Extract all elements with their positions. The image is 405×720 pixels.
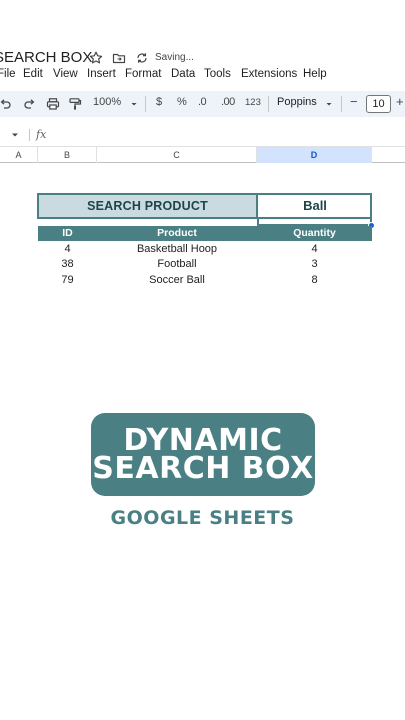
cell-quantity[interactable]: 4 xyxy=(257,242,372,257)
cell-id[interactable]: 79 xyxy=(38,273,97,288)
font-size-input[interactable]: 10 xyxy=(366,95,391,113)
toolbar-divider xyxy=(145,96,146,112)
formula-divider xyxy=(29,129,30,141)
header-id: ID xyxy=(62,227,73,239)
font-family-select[interactable]: Poppins xyxy=(277,96,317,108)
sync-icon xyxy=(137,53,147,63)
menu-edit[interactable]: Edit xyxy=(23,68,43,80)
menu-bar: File Edit View Insert Format Data Tools … xyxy=(0,66,405,84)
banner-line-2: SEARCH BOX xyxy=(92,451,314,486)
undo-icon[interactable] xyxy=(0,97,12,111)
column-header-e[interactable] xyxy=(372,147,405,163)
table-row: 4 Basketball Hoop 4 xyxy=(38,242,372,257)
fx-icon: fx xyxy=(36,128,47,141)
table-row: 38 Football 3 xyxy=(38,257,372,272)
cell-product[interactable]: Soccer Ball xyxy=(97,273,257,288)
menu-data[interactable]: Data xyxy=(171,68,195,80)
increase-decimal-label: .00 xyxy=(221,96,235,108)
cell-id[interactable]: 38 xyxy=(38,257,97,272)
column-header-b[interactable]: B xyxy=(38,147,97,163)
search-label: SEARCH PRODUCT xyxy=(39,195,258,217)
menu-tools[interactable]: Tools xyxy=(204,68,231,80)
cell-quantity[interactable]: 8 xyxy=(257,273,372,288)
formula-bar: fx xyxy=(0,126,405,144)
name-box-dropdown-icon[interactable] xyxy=(10,130,20,140)
toolbar-divider xyxy=(341,96,342,112)
title-banner: DYNAMIC SEARCH BOX xyxy=(91,413,315,496)
increase-font-size-button[interactable]: + xyxy=(396,94,404,109)
percent-format-button[interactable]: % xyxy=(177,96,187,108)
cell-quantity[interactable]: 3 xyxy=(257,257,372,272)
menu-help[interactable]: Help xyxy=(303,68,327,80)
toolbar-divider xyxy=(268,96,269,112)
menu-extensions[interactable]: Extensions xyxy=(241,68,297,80)
active-cell-outline[interactable] xyxy=(257,219,372,226)
saving-status: Saving... xyxy=(155,52,194,63)
increase-decimal-button[interactable]: .00 xyxy=(221,96,235,108)
decrease-font-size-button[interactable]: − xyxy=(350,94,358,109)
menu-view[interactable]: View xyxy=(53,68,78,80)
menu-file[interactable]: File xyxy=(0,68,16,80)
table-row: 79 Soccer Ball 8 xyxy=(38,273,372,288)
toolbar: 100% $ % .0 .00 123 Poppins − 10 + xyxy=(0,91,405,117)
cell-id[interactable]: 4 xyxy=(38,242,97,257)
zoom-select[interactable]: 100% xyxy=(93,96,121,108)
cell-product[interactable]: Basketball Hoop xyxy=(97,242,257,257)
paint-format-icon[interactable] xyxy=(68,97,82,111)
star-icon[interactable] xyxy=(89,51,103,65)
chevron-down-icon[interactable] xyxy=(127,97,141,111)
search-box: SEARCH PRODUCT Ball xyxy=(37,193,372,219)
header-quantity: Quantity xyxy=(293,227,336,239)
document-title[interactable]: SEARCH BOX xyxy=(0,49,92,66)
column-header-d[interactable]: D xyxy=(257,147,372,163)
decrease-decimal-button[interactable]: .0 xyxy=(198,96,207,108)
cell-product[interactable]: Football xyxy=(97,257,257,272)
currency-format-button[interactable]: $ xyxy=(156,96,162,108)
header-product: Product xyxy=(157,227,197,239)
decrease-decimal-label: .0 xyxy=(198,96,207,108)
column-header-a[interactable]: A xyxy=(0,147,38,163)
menu-format[interactable]: Format xyxy=(125,68,161,80)
banner-subtitle: GOOGLE SHEETS xyxy=(110,507,295,529)
column-header-c[interactable]: C xyxy=(97,147,257,163)
table-header: ID Product Quantity xyxy=(38,226,372,241)
more-formats-button[interactable]: 123 xyxy=(245,97,261,108)
column-headers: A B C D xyxy=(0,146,405,163)
search-input-cell[interactable]: Ball xyxy=(260,195,370,217)
move-folder-icon[interactable] xyxy=(112,51,126,65)
chevron-down-icon[interactable] xyxy=(322,97,336,111)
print-icon[interactable] xyxy=(46,97,60,111)
menu-insert[interactable]: Insert xyxy=(87,68,116,80)
redo-icon[interactable] xyxy=(23,97,37,111)
